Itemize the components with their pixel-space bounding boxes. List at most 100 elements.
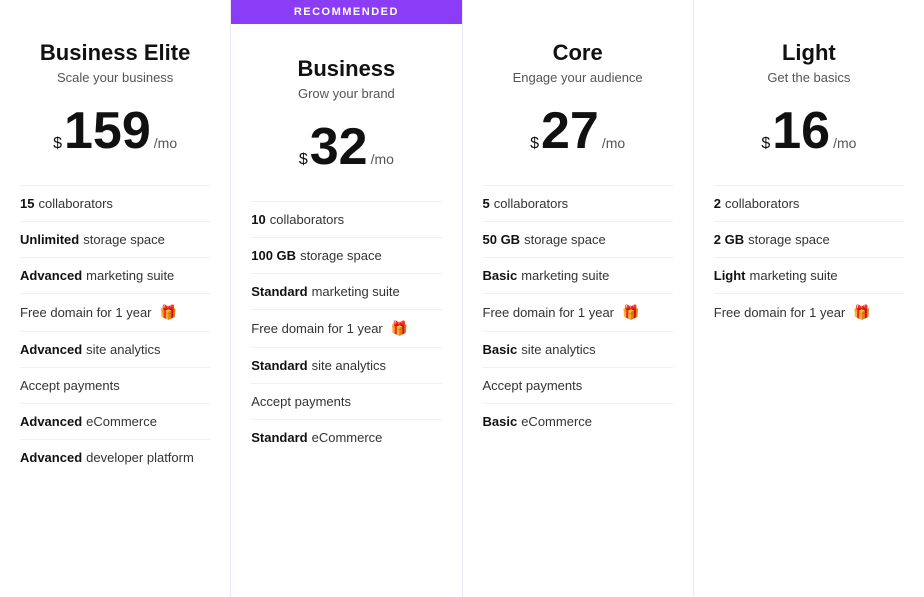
gift-icon-business-elite-3: 🎁	[160, 304, 177, 321]
plan-tagline-light: Get the basics	[714, 70, 904, 85]
feature-item-business-elite-4: Advanced site analytics	[20, 331, 210, 367]
feature-item-core-4: Basic site analytics	[483, 331, 673, 367]
feature-text-core-0: collaborators	[494, 196, 568, 211]
feature-bold-light-1: 2 GB	[714, 232, 744, 247]
feature-item-business-2: Standard marketing suite	[251, 273, 441, 309]
feature-text-business-6: eCommerce	[312, 430, 383, 445]
feature-bold-business-1: 100 GB	[251, 248, 296, 263]
recommended-badge: RECOMMENDED	[231, 0, 461, 24]
feature-bold-light-2: Light	[714, 268, 746, 283]
price-dollar-core: $	[530, 135, 539, 153]
feature-item-light-3: Free domain for 1 year🎁	[714, 293, 904, 331]
feature-item-light-0: 2 collaborators	[714, 185, 904, 221]
feature-text-light-2: marketing suite	[750, 268, 838, 283]
price-amount-business: 32	[310, 121, 368, 173]
feature-item-business-0: 10 collaborators	[251, 201, 441, 237]
plan-tagline-core: Engage your audience	[483, 70, 673, 85]
feature-item-core-3: Free domain for 1 year🎁	[483, 293, 673, 331]
plan-price-business: $ 32 /mo	[251, 121, 441, 177]
price-dollar-light: $	[761, 135, 770, 153]
feature-text-business-0: collaborators	[270, 212, 344, 227]
plan-card-light: Light Get the basics $ 16 /mo 2 collabor…	[694, 0, 924, 597]
feature-bold-business-elite-4: Advanced	[20, 342, 82, 357]
feature-item-business-elite-6: Advanced eCommerce	[20, 403, 210, 439]
feature-bold-business-4: Standard	[251, 358, 307, 373]
feature-text-business-elite-0: collaborators	[38, 196, 112, 211]
feature-text-business-2: marketing suite	[312, 284, 400, 299]
feature-text-core-6: eCommerce	[521, 414, 592, 429]
features-list-business: 10 collaborators 100 GB storage space Stan…	[251, 201, 441, 455]
feature-bold-light-0: 2	[714, 196, 721, 211]
feature-text-business-5: Accept payments	[251, 394, 351, 409]
feature-text-light-1: storage space	[748, 232, 830, 247]
plan-tagline-business-elite: Scale your business	[20, 70, 210, 85]
features-list-business-elite: 15 collaboratorsUnlimited storage spaceA…	[20, 185, 210, 475]
plan-card-business-elite: Business Elite Scale your business $ 159…	[0, 0, 231, 597]
features-list-core: 5 collaborators50 GB storage spaceBasic …	[483, 185, 673, 439]
feature-text-core-1: storage space	[524, 232, 606, 247]
plan-name-business: Business	[251, 56, 441, 82]
plan-name-business-elite: Business Elite	[20, 40, 210, 66]
feature-bold-business-elite-0: 15	[20, 196, 34, 211]
price-dollar-business-elite: $	[53, 135, 62, 153]
feature-item-core-5: Accept payments	[483, 367, 673, 403]
plan-price-light: $ 16 /mo	[714, 105, 904, 161]
feature-text-core-5: Accept payments	[483, 378, 583, 393]
feature-text-business-elite-3: Free domain for 1 year	[20, 305, 152, 320]
price-amount-light: 16	[772, 105, 830, 157]
plan-card-business: RECOMMENDED Business Grow your brand $ 3…	[231, 0, 462, 597]
feature-text-business-elite-6: eCommerce	[86, 414, 157, 429]
feature-item-core-1: 50 GB storage space	[483, 221, 673, 257]
feature-bold-business-0: 10	[251, 212, 265, 227]
price-amount-business-elite: 159	[64, 105, 151, 157]
plan-name-core: Core	[483, 40, 673, 66]
feature-text-business-1: storage space	[300, 248, 382, 263]
feature-item-core-0: 5 collaborators	[483, 185, 673, 221]
feature-item-business-elite-7: Advanced developer platform	[20, 439, 210, 475]
feature-text-core-4: site analytics	[521, 342, 595, 357]
feature-item-core-6: Basic eCommerce	[483, 403, 673, 439]
feature-item-business-elite-5: Accept payments	[20, 367, 210, 403]
feature-text-core-2: marketing suite	[521, 268, 609, 283]
plan-price-core: $ 27 /mo	[483, 105, 673, 161]
plans-container: Business Elite Scale your business $ 159…	[0, 0, 924, 597]
plan-card-core: Core Engage your audience $ 27 /mo 5 col…	[463, 0, 694, 597]
feature-item-light-1: 2 GB storage space	[714, 221, 904, 257]
feature-bold-business-2: Standard	[251, 284, 307, 299]
price-dollar-business: $	[299, 151, 308, 169]
feature-text-business-elite-1: storage space	[83, 232, 165, 247]
feature-bold-business-elite-1: Unlimited	[20, 232, 79, 247]
gift-icon-core-3: 🎁	[622, 304, 639, 321]
feature-bold-business-6: Standard	[251, 430, 307, 445]
feature-item-business-elite-2: Advanced marketing suite	[20, 257, 210, 293]
feature-item-business-elite-1: Unlimited storage space	[20, 221, 210, 257]
feature-bold-business-elite-2: Advanced	[20, 268, 82, 283]
feature-text-business-elite-5: Accept payments	[20, 378, 120, 393]
gift-icon-business-3: 🎁	[391, 320, 408, 337]
feature-text-business-4: site analytics	[312, 358, 386, 373]
feature-item-business-elite-0: 15 collaborators	[20, 185, 210, 221]
price-amount-core: 27	[541, 105, 599, 157]
feature-text-light-3: Free domain for 1 year	[714, 305, 846, 320]
feature-bold-business-elite-6: Advanced	[20, 414, 82, 429]
feature-item-light-2: Light marketing suite	[714, 257, 904, 293]
feature-bold-core-1: 50 GB	[483, 232, 521, 247]
feature-item-core-2: Basic marketing suite	[483, 257, 673, 293]
price-period-light: /mo	[833, 135, 856, 151]
price-period-business-elite: /mo	[154, 135, 177, 151]
plan-price-business-elite: $ 159 /mo	[20, 105, 210, 161]
feature-bold-core-4: Basic	[483, 342, 518, 357]
feature-text-business-elite-2: marketing suite	[86, 268, 174, 283]
feature-item-business-4: Standard site analytics	[251, 347, 441, 383]
feature-text-business-3: Free domain for 1 year	[251, 321, 383, 336]
price-period-core: /mo	[602, 135, 625, 151]
feature-bold-core-6: Basic	[483, 414, 518, 429]
feature-text-business-elite-7: developer platform	[86, 450, 194, 465]
plan-name-light: Light	[714, 40, 904, 66]
feature-text-light-0: collaborators	[725, 196, 799, 211]
feature-text-business-elite-4: site analytics	[86, 342, 160, 357]
plan-tagline-business: Grow your brand	[251, 86, 441, 101]
feature-item-business-elite-3: Free domain for 1 year 🎁	[20, 293, 210, 331]
feature-bold-core-0: 5	[483, 196, 490, 211]
price-period-business: /mo	[371, 151, 394, 167]
